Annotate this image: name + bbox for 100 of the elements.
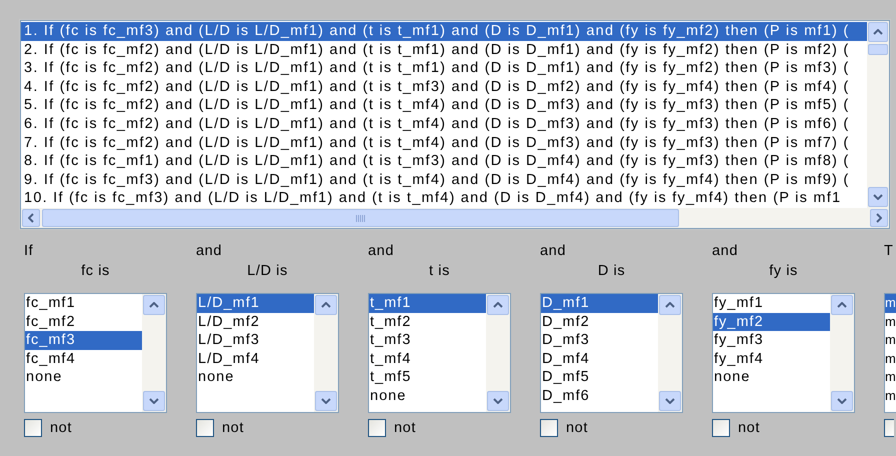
list-option[interactable]: fy_mf2 [713, 312, 830, 332]
scroll-left-button[interactable] [22, 209, 40, 227]
list-option[interactable]: L/D_mf4 [197, 350, 314, 368]
vertical-scrollbar[interactable] [658, 294, 682, 412]
rule-item[interactable]: 9. If (fc is fc_mf3) and (L/D is L/D_mf1) and (t is t_mf4) and (D is D_mf4) and (fy is fy_mf4) then (P is mf9) ( [21, 170, 867, 190]
list-option[interactable]: fy_mf3 [713, 331, 830, 350]
list-option[interactable]: L/D_mf3 [197, 331, 314, 350]
checkbox-label: not [222, 419, 244, 437]
list-option[interactable]: t_mf4 [369, 350, 486, 368]
checkbox-label: not [50, 419, 72, 437]
scroll-down-button[interactable] [315, 391, 337, 411]
scroll-up-button[interactable] [315, 295, 337, 315]
scroll-thumb[interactable] [42, 209, 679, 227]
list-option[interactable]: fc_mf3 [25, 331, 142, 350]
chevron-down-icon [149, 398, 159, 404]
list-option[interactable]: m [885, 386, 896, 406]
scroll-up-button[interactable] [868, 22, 888, 42]
list-option[interactable]: m [885, 368, 896, 387]
membership-list[interactable]: t_mf1 t_mf2 t_mf3 t_mf4 t_mf5 none [368, 293, 511, 413]
rule-item[interactable]: 4. If (fc is fc_mf2) and (L/D is L/D_mf1) and (t is t_mf3) and (D is D_mf2) and (fy is fy_mf4) then (P is mf4) ( [21, 78, 867, 96]
list-option[interactable]: m [885, 350, 896, 368]
list-option[interactable]: t_mf2 [369, 312, 486, 332]
chevron-up-icon [149, 302, 159, 308]
scroll-thumb[interactable] [868, 44, 888, 55]
list-option[interactable]: D_mf5 [541, 368, 658, 387]
list-option[interactable]: D_mf4 [541, 350, 658, 368]
membership-list[interactable]: fy_mf1 fy_mf2 fy_mf3 fy_mf4 none [712, 293, 855, 413]
list-option[interactable]: t_mf5 [369, 368, 486, 387]
list-option[interactable]: fc_mf4 [25, 350, 142, 368]
list-option[interactable]: none [369, 386, 486, 406]
rule-item[interactable]: 3. If (fc is fc_mf2) and (L/D is L/D_mf1) and (t is t_mf1) and (D is D_mf1) and (fy is fy_mf2) then (P is mf3) ( [21, 59, 867, 78]
rule-item[interactable]: 2. If (fc is fc_mf2) and (L/D is L/D_mf1) and (t is t_mf1) and (D is D_mf1) and (fy is fy_mf2) then (P is mf2) ( [21, 40, 867, 60]
scroll-right-button[interactable] [870, 209, 888, 227]
list-option[interactable]: none [25, 368, 142, 387]
scroll-up-button[interactable] [143, 295, 165, 315]
vertical-scrollbar[interactable] [142, 294, 166, 412]
connective-label: and [196, 243, 222, 259]
horizontal-scrollbar[interactable] [21, 208, 889, 228]
scroll-down-button[interactable] [831, 391, 853, 411]
vertical-scrollbar[interactable] [830, 294, 854, 412]
list-option[interactable]: t_mf3 [369, 331, 486, 350]
checkbox[interactable] [368, 419, 386, 437]
connective-label: If [24, 243, 34, 259]
vertical-scrollbar[interactable] [867, 21, 889, 208]
list-option[interactable]: t_mf1 [369, 294, 486, 313]
scroll-down-button[interactable] [868, 187, 888, 207]
scroll-up-button[interactable] [831, 295, 853, 315]
scroll-down-button[interactable] [143, 391, 165, 411]
chevron-down-icon [665, 398, 675, 404]
chevron-right-icon [876, 213, 882, 223]
chevron-up-icon [493, 302, 503, 308]
vertical-scrollbar[interactable] [314, 294, 338, 412]
list-option[interactable]: L/D_mf2 [197, 312, 314, 332]
scroll-up-button[interactable] [659, 295, 681, 315]
scroll-down-button[interactable] [659, 391, 681, 411]
scroll-up-button[interactable] [487, 295, 509, 315]
connective-label: and [712, 243, 738, 259]
chevron-down-icon [837, 398, 847, 404]
checkbox[interactable] [884, 419, 894, 437]
checkbox[interactable] [196, 419, 214, 437]
chevron-left-icon [28, 213, 34, 223]
checkbox[interactable] [540, 419, 558, 437]
checkbox[interactable] [712, 419, 730, 437]
variable-label: fy is [769, 263, 798, 279]
vertical-scrollbar[interactable] [486, 294, 510, 412]
variable-label: D is [598, 263, 626, 279]
list-option[interactable]: D_mf1 [541, 294, 658, 313]
list-option[interactable]: none [197, 368, 314, 387]
rule-item[interactable]: 8. If (fc is fc_mf1) and (L/D is L/D_mf1) and (t is t_mf3) and (D is D_mf4) and (fy is fy_mf3) then (P is mf8) ( [21, 152, 867, 171]
list-option[interactable]: D_mf2 [541, 312, 658, 332]
chevron-down-icon [321, 398, 331, 404]
checkbox[interactable] [24, 419, 42, 437]
membership-list[interactable]: m m m m m m [884, 293, 896, 413]
chevron-up-icon [837, 302, 847, 308]
list-option[interactable]: none [713, 368, 830, 387]
checkbox-label: not [738, 419, 760, 437]
list-option[interactable]: fy_mf1 [713, 294, 830, 313]
membership-list[interactable]: fc_mf1 fc_mf2 fc_mf3 fc_mf4 none [24, 293, 167, 413]
list-option[interactable]: D_mf6 [541, 386, 658, 406]
list-option[interactable]: fc_mf2 [25, 312, 142, 332]
rule-item[interactable]: 1. If (fc is fc_mf3) and (L/D is L/D_mf1) and (t is t_mf1) and (D is D_mf1) and (fy is fy_mf2) then (P is mf1) ( [21, 22, 867, 41]
list-option[interactable]: m [885, 312, 896, 332]
membership-list[interactable]: D_mf1 D_mf2 D_mf3 D_mf4 D_mf5 D_mf6 [540, 293, 683, 413]
variable-label: fc is [81, 263, 110, 279]
membership-list[interactable]: L/D_mf1 L/D_mf2 L/D_mf3 L/D_mf4 none [196, 293, 339, 413]
rule-item[interactable]: 5. If (fc is fc_mf2) and (L/D is L/D_mf1) and (t is t_mf4) and (D is D_mf3) and (fy is fy_mf3) then (P is mf5) ( [21, 96, 867, 115]
list-option[interactable]: fc_mf1 [25, 294, 142, 313]
rule-list[interactable] [20, 20, 890, 229]
list-option[interactable]: L/D_mf1 [197, 294, 314, 313]
scroll-down-button[interactable] [487, 391, 509, 411]
rule-item[interactable]: 10. If (fc is fc_mf3) and (L/D is L/D_mf1) and (t is t_mf4) and (D is D_mf4) and (fy is fy_mf4) then (P is mf1 [21, 189, 867, 208]
chevron-up-icon [665, 302, 675, 308]
list-option[interactable]: fy_mf4 [713, 350, 830, 368]
rule-item[interactable]: 7. If (fc is fc_mf2) and (L/D is L/D_mf1) and (t is t_mf4) and (D is D_mf3) and (fy is fy_mf3) then (P is mf7) ( [21, 134, 867, 152]
rule-item[interactable]: 6. If (fc is fc_mf2) and (L/D is L/D_mf1) and (t is t_mf4) and (D is D_mf3) and (fy is fy_mf3) then (P is mf6) ( [21, 114, 867, 134]
list-option[interactable]: m [885, 331, 896, 350]
chevron-up-icon [321, 302, 331, 308]
chevron-down-icon [873, 194, 883, 200]
list-option[interactable]: D_mf3 [541, 331, 658, 350]
list-option[interactable]: m [885, 294, 896, 313]
